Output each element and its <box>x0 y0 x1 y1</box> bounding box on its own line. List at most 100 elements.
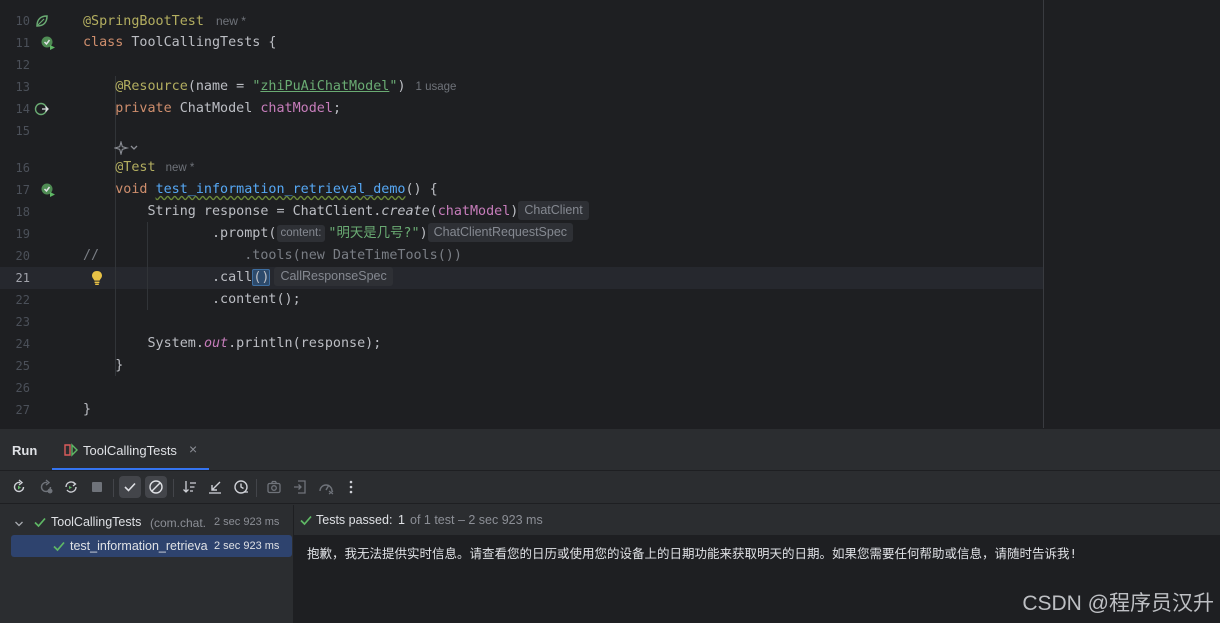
console-text[interactable]: 抱歉，我无法提供实时信息。请查看您的日历或使用您的设备上的日期功能来获取明天的日… <box>307 543 1077 562</box>
line-number: 15 <box>15 124 30 138</box>
line-number: 11 <box>15 36 30 50</box>
screenshot-icon[interactable] <box>263 476 285 498</box>
line-number: 18 <box>15 205 30 219</box>
usage-count[interactable]: 1 usage <box>416 81 457 93</box>
bean-name-link[interactable]: zhiPuAiChatModel <box>260 79 389 94</box>
code-line-10[interactable]: @SpringBootTest new * <box>83 10 246 32</box>
code-line-20[interactable]: // .tools(new DateTimeTools()) <box>83 245 462 267</box>
run-test-icon[interactable] <box>40 35 56 51</box>
test-passed-icon <box>52 539 66 558</box>
editor-gutter[interactable]: 10 11 12 13 14 15 16 17 18 19 20 21 22 2… <box>0 0 70 428</box>
annotation-springboottest: @SpringBootTest <box>83 14 204 29</box>
closing-brace: } <box>115 358 124 373</box>
tests-passed-count: 1 <box>398 513 405 527</box>
line-number: 16 <box>15 161 30 175</box>
code-token: ( <box>429 204 438 219</box>
run-test-icon[interactable] <box>40 182 56 198</box>
bean-navigate-icon[interactable] <box>34 101 50 117</box>
commented-code: .tools(new DateTimeTools()) <box>244 248 462 263</box>
code-token: .call <box>212 270 253 285</box>
code-line-25[interactable]: } <box>83 355 123 377</box>
code-line-14[interactable]: private ChatModel chatModel; <box>83 98 341 120</box>
test-passed-icon <box>299 513 313 532</box>
code-line-16[interactable]: @Test new * <box>83 157 194 179</box>
code-token: () { <box>405 182 438 197</box>
code-line-19[interactable]: .prompt(content: "明天是几号?") ChatClientReque… <box>83 223 574 245</box>
tree-item-test-method[interactable]: test_information_retrieva 2 sec 923 ms <box>11 535 292 557</box>
type-hint: CallResponseSpec <box>274 267 393 286</box>
right-margin-guide <box>1043 0 1044 428</box>
comment-marker: // <box>83 248 100 263</box>
type-hint: ChatClientRequestSpec <box>427 223 574 242</box>
toolbar-separator <box>256 479 257 497</box>
code-line-18[interactable]: String response = ChatClient.create(chat… <box>83 201 589 223</box>
code-token: (name = <box>187 79 253 94</box>
code-token: ) <box>510 204 519 219</box>
code-line-24[interactable]: System.out.println(response); <box>83 333 382 355</box>
code-line-22[interactable]: .content(); <box>83 289 301 311</box>
keyword-class: class <box>83 35 124 50</box>
toolbar-separator <box>173 479 174 497</box>
static-method: create <box>381 204 430 219</box>
code-line-27[interactable]: } <box>83 399 91 421</box>
line-number-current: 21 <box>15 271 30 285</box>
code-token: ) <box>419 226 428 241</box>
test-results-tree[interactable]: ToolCallingTests (com.chat. 2 sec 923 ms… <box>0 505 293 623</box>
line-number: 24 <box>15 337 30 351</box>
code-editor[interactable]: 10 11 12 13 14 15 16 17 18 19 20 21 22 2… <box>0 0 1220 428</box>
annotation-resource: @Resource <box>115 79 188 94</box>
line-number: 25 <box>15 359 30 373</box>
annotation-test: @Test <box>115 160 156 175</box>
code-token: System. <box>147 336 204 351</box>
line-number: 14 <box>15 102 30 116</box>
tab-label: ToolCallingTests <box>83 443 177 458</box>
toolbar-separator <box>113 479 114 497</box>
tests-passed-summary: of 1 test – 2 sec 923 ms <box>410 513 543 527</box>
line-number: 27 <box>15 403 30 417</box>
run-toolbar <box>0 470 1220 504</box>
tree-item-label: test_information_retrieva <box>70 539 208 553</box>
type-hint: ChatClient <box>518 201 589 220</box>
junit-config-icon <box>64 443 78 462</box>
author-meta[interactable]: new * <box>216 14 246 28</box>
ai-sparkle-icon[interactable] <box>114 140 140 156</box>
field-reference: chatModel <box>437 204 511 219</box>
history-icon[interactable] <box>230 476 252 498</box>
show-ignored-icon[interactable] <box>145 476 167 498</box>
collapse-icon[interactable] <box>204 476 226 498</box>
tool-window-header: Run ToolCallingTests × <box>0 429 1220 470</box>
line-number: 26 <box>15 381 30 395</box>
toggle-auto-test-icon[interactable] <box>60 476 82 498</box>
code-line-11[interactable]: class ToolCallingTests { <box>83 32 277 54</box>
csdn-watermark: CSDN @程序员汉升 <box>1022 592 1214 615</box>
parameter-hint: content: <box>276 225 326 242</box>
code-line-21[interactable]: .call() CallResponseSpec <box>83 267 393 289</box>
tree-item-toolcallingtests[interactable]: ToolCallingTests (com.chat. 2 sec 923 ms <box>0 511 293 533</box>
show-passed-icon[interactable] <box>119 476 141 498</box>
rerun-failed-icon[interactable] <box>35 476 57 498</box>
tab-toolcallingtests[interactable]: ToolCallingTests × <box>52 429 209 470</box>
code-line-17[interactable]: void test_information_retrieval_demo() { <box>83 179 438 201</box>
matched-parens: () <box>252 269 271 286</box>
sort-icon[interactable] <box>179 476 201 498</box>
tree-item-package: (com.chat. <box>150 516 207 530</box>
chevron-down-icon[interactable] <box>14 516 24 534</box>
line-number: 10 <box>15 14 30 28</box>
rerun-icon[interactable] <box>8 476 30 498</box>
stop-icon[interactable] <box>86 476 108 498</box>
coverage-icon[interactable] <box>315 476 337 498</box>
code-token: String response = ChatClient. <box>147 204 382 219</box>
type-name: ChatModel <box>171 101 261 116</box>
tests-passed-label: Tests passed: <box>316 513 393 527</box>
close-icon[interactable]: × <box>189 441 197 457</box>
author-meta[interactable]: new * <box>166 162 195 174</box>
code-line-13[interactable]: @Resource(name = "zhiPuAiChatModel") 1 us… <box>83 76 456 98</box>
run-tool-window: Run ToolCallingTests × ToolCallingTests … <box>0 428 1220 623</box>
test-status-bar: Tests passed: 1 of 1 test – 2 sec 923 ms <box>294 505 1220 535</box>
more-icon[interactable] <box>340 476 362 498</box>
keyword-void: void <box>115 182 148 197</box>
code-token: ) <box>397 79 406 94</box>
import-icon[interactable] <box>289 476 311 498</box>
line-number: 13 <box>15 80 30 94</box>
spring-leaf-icon[interactable] <box>34 13 50 29</box>
